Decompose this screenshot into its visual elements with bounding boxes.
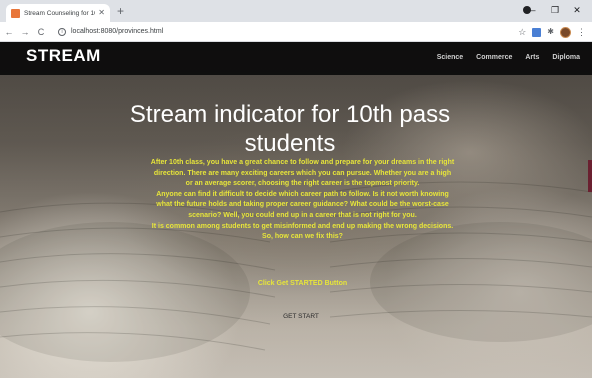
extension-icon[interactable]: [532, 27, 542, 37]
bookmark-star-icon[interactable]: ☆: [518, 25, 526, 39]
address-bar[interactable]: i localhost:8080/provinces.html: [54, 25, 474, 39]
browser-menu-icon[interactable]: ⋮: [577, 25, 586, 39]
close-window-button[interactable]: ✕: [566, 2, 588, 18]
nav-link-diploma[interactable]: Diploma: [552, 54, 580, 61]
minimize-button[interactable]: –: [522, 2, 544, 18]
maximize-button[interactable]: ❐: [544, 2, 566, 18]
toolbar-actions: ☆ ✱ ⋮: [518, 25, 586, 39]
page-content: STREAM Science Commerce Arts Diploma Str…: [0, 42, 592, 378]
tab-title: Stream Counseling for 10th Pass: [24, 9, 95, 17]
back-icon[interactable]: ←: [2, 25, 16, 39]
site-info-icon[interactable]: i: [58, 27, 66, 36]
reload-icon[interactable]: C: [34, 25, 48, 39]
hero-description: After 10th class, you have a great chanc…: [150, 158, 455, 243]
window-controls: – ❐ ✕: [522, 2, 588, 18]
profile-avatar[interactable]: [560, 26, 571, 38]
hero-title: Stream indicator for 10th pass students: [129, 101, 451, 157]
extension-puzzle-icon[interactable]: ✱: [547, 25, 554, 39]
get-start-button[interactable]: GET START: [270, 312, 332, 322]
site-logo[interactable]: STREAM: [26, 46, 101, 66]
site-navbar: STREAM Science Commerce Arts Diploma: [0, 42, 592, 75]
forward-icon[interactable]: →: [18, 25, 32, 39]
site-nav: Science Commerce Arts Diploma: [424, 54, 580, 61]
nav-link-science[interactable]: Science: [437, 54, 463, 61]
browser-toolbar: ← → C i localhost:8080/provinces.html ☆ …: [0, 22, 592, 42]
url-text[interactable]: localhost:8080/provinces.html: [71, 28, 163, 35]
nav-link-arts[interactable]: Arts: [525, 54, 539, 61]
tab-close-icon[interactable]: ✕: [98, 9, 105, 17]
hero-paragraph-1: After 10th class, you have a great chanc…: [150, 159, 455, 188]
hero-paragraph-2: Anyone can find it difficult to decide w…: [156, 190, 449, 219]
browser-tab[interactable]: Stream Counseling for 10th Pass ✕: [6, 4, 110, 22]
site-favicon-icon: [11, 8, 20, 18]
hero-paragraph-3: It is common among students to get misin…: [151, 222, 454, 241]
browser-tab-strip: Stream Counseling for 10th Pass ✕ + – ❐ …: [0, 0, 592, 22]
cta-hint-text: Click Get STARTED Button: [257, 280, 348, 287]
new-tab-button[interactable]: +: [117, 4, 124, 18]
side-feedback-tab[interactable]: [588, 160, 592, 192]
nav-link-commerce[interactable]: Commerce: [476, 54, 512, 61]
